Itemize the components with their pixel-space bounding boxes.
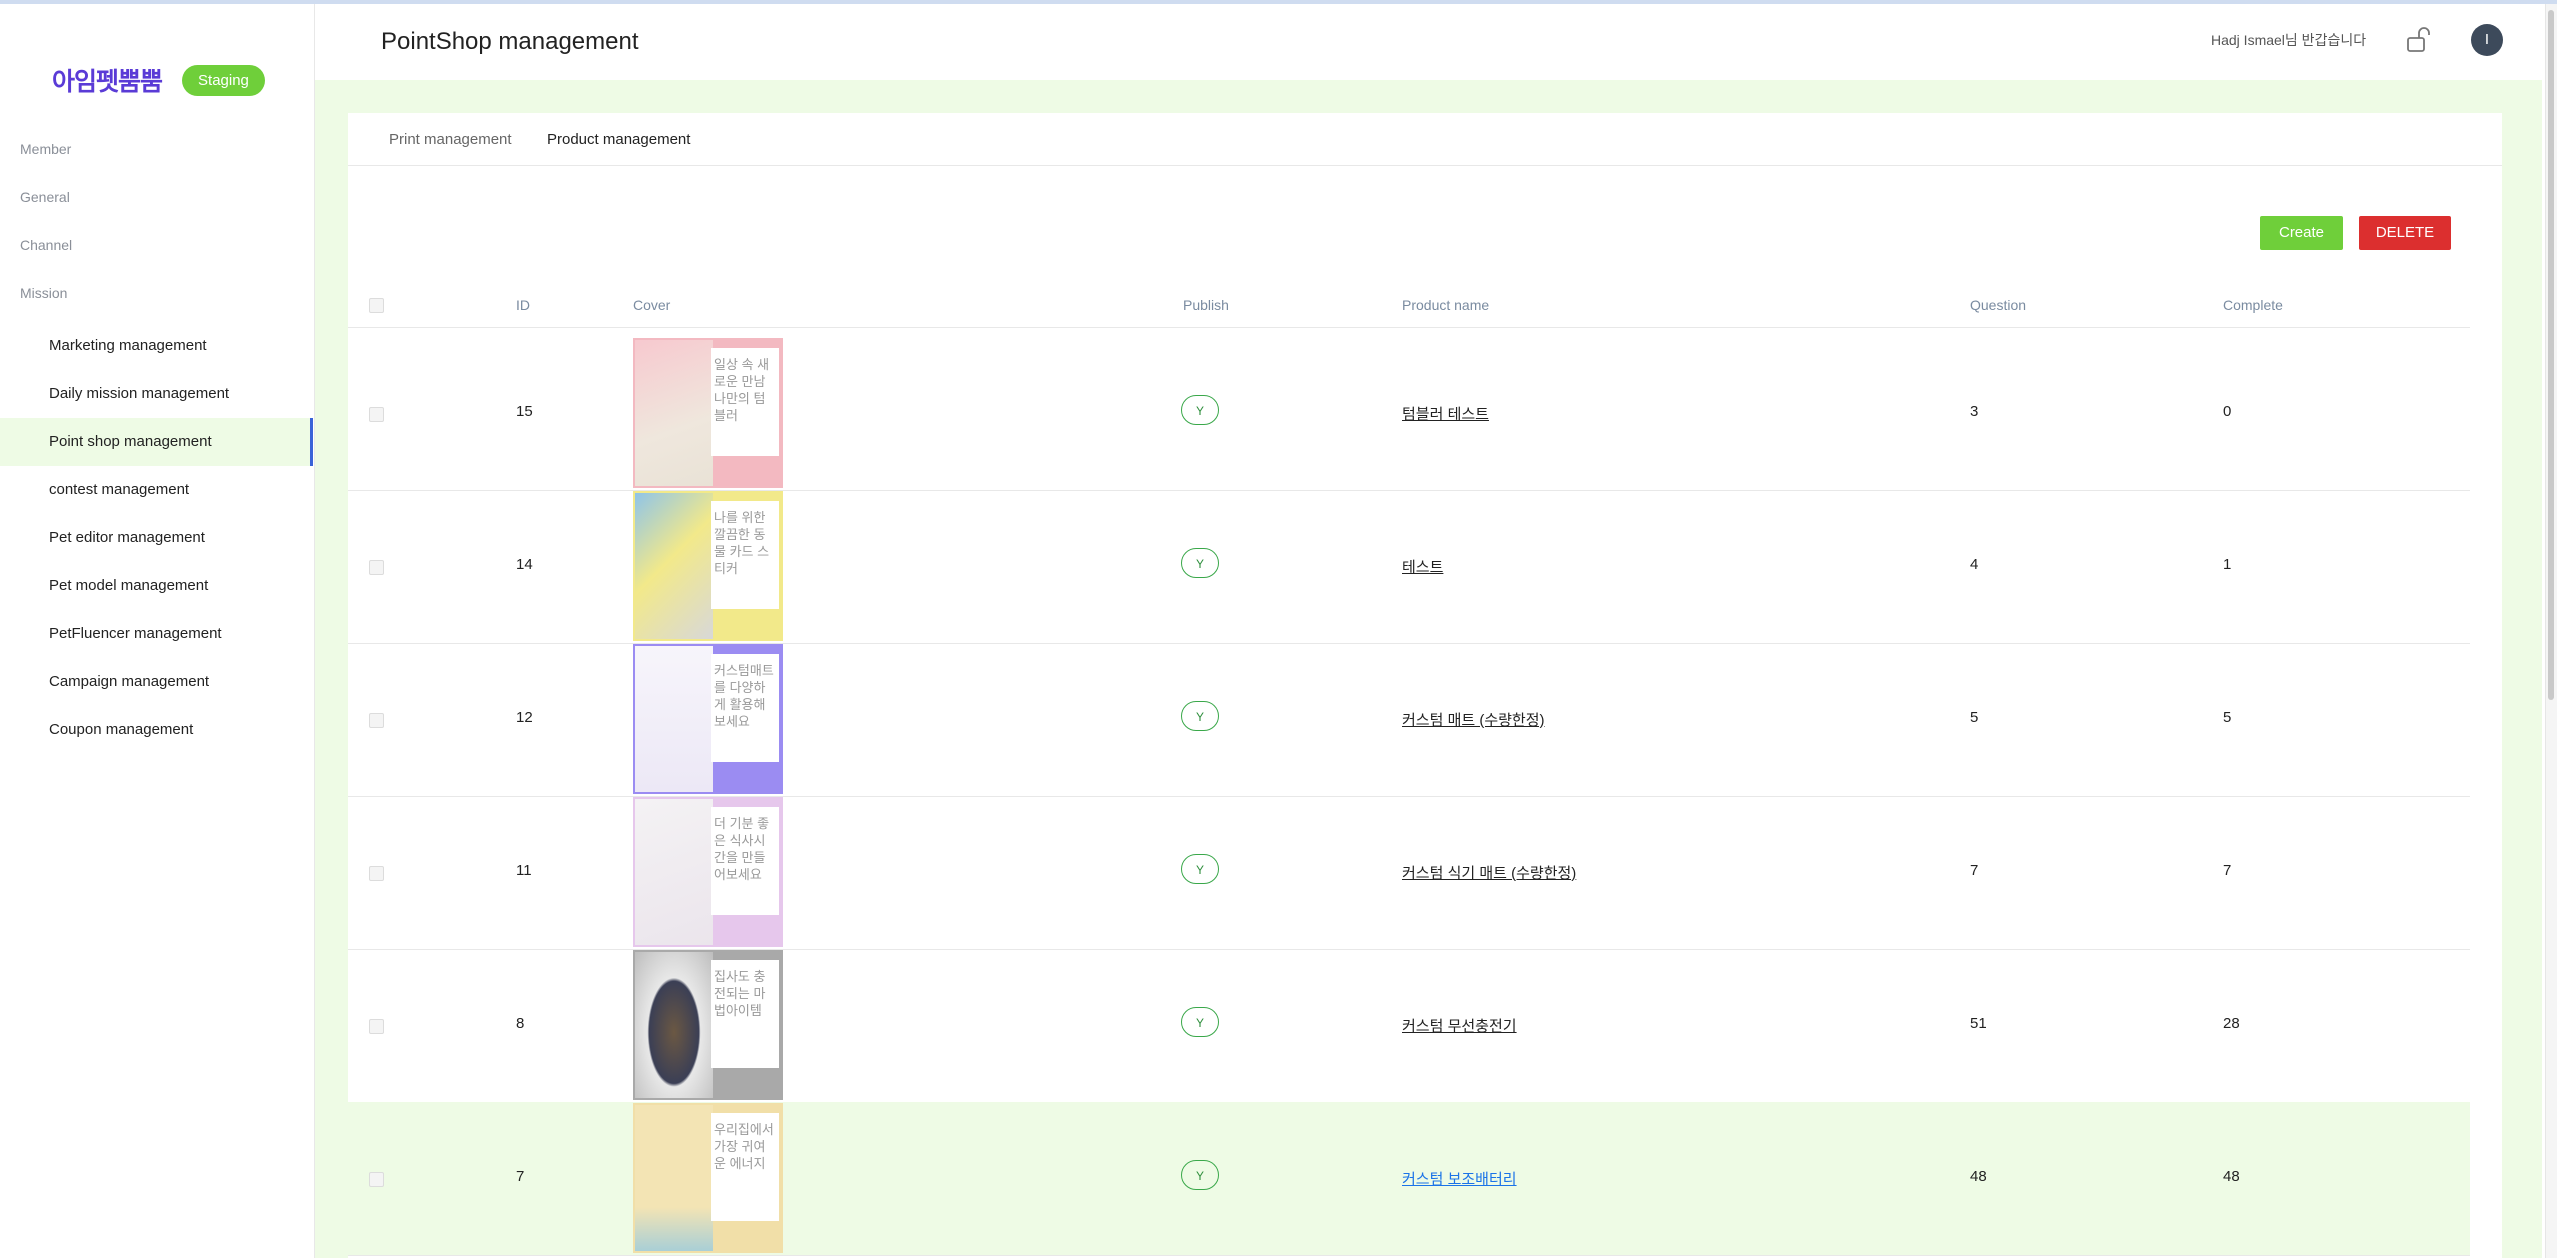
publish-badge: Y xyxy=(1181,854,1219,884)
column-header-id[interactable]: ID xyxy=(516,297,530,313)
sidebar-item-contest[interactable]: contest management xyxy=(0,466,313,514)
avatar[interactable]: I xyxy=(2471,24,2503,56)
product-name-link[interactable]: 커스텀 보조배터리 xyxy=(1402,1168,1517,1189)
sidebar-item-petfluencer[interactable]: PetFluencer management xyxy=(0,610,313,658)
publish-badge: Y xyxy=(1181,701,1219,731)
sidebar-item-point-shop[interactable]: Point shop management xyxy=(0,418,313,466)
sidebar-item-coupon[interactable]: Coupon management xyxy=(0,706,313,754)
publish-badge: Y xyxy=(1181,1007,1219,1037)
row-checkbox[interactable] xyxy=(369,560,384,575)
product-name-link[interactable]: 커스텀 매트 (수량한정) xyxy=(1402,709,1545,730)
question-count: 51 xyxy=(1970,1015,1987,1032)
sidebar-group-channel[interactable]: Channel xyxy=(20,237,72,253)
sidebar-item-pet-model[interactable]: Pet model management xyxy=(0,562,313,610)
publish-badge: Y xyxy=(1181,395,1219,425)
tab-product-management[interactable]: Product management xyxy=(547,131,690,148)
cover-image: 커스텀매트를 다양하게 활용해보세요 xyxy=(633,644,783,794)
table-row[interactable]: 8 집사도 충전되는 마법아이템 Y 커스텀 무선충전기 51 28 xyxy=(348,949,2470,1103)
question-count: 48 xyxy=(1970,1168,1987,1185)
table-row[interactable]: 15 일상 속 새로운 만남 나만의 텀블러 Y 텀블러 테스트 3 0 xyxy=(348,337,2470,491)
cover-image: 우리집에서 가장 귀여운 에너지 xyxy=(633,1103,783,1253)
row-checkbox[interactable] xyxy=(369,407,384,422)
delete-button[interactable]: DELETE xyxy=(2359,216,2451,250)
column-header-cover: Cover xyxy=(633,297,671,313)
complete-count: 1 xyxy=(2223,556,2232,573)
environment-badge: Staging xyxy=(182,64,265,96)
user-greeting: Hadj Ismael님 반갑습니다 xyxy=(2211,32,2367,48)
row-checkbox[interactable] xyxy=(369,866,384,881)
column-header-complete: Complete xyxy=(2223,297,2283,313)
product-name-link[interactable]: 커스텀 식기 매트 (수량한정) xyxy=(1402,862,1576,883)
complete-count: 0 xyxy=(2223,403,2232,420)
cover-caption: 나를 위한 깔끔한 동물 카드 스티커 xyxy=(711,501,779,609)
content-card: Print management Product management Crea… xyxy=(348,113,2502,1258)
cover-caption: 커스텀매트를 다양하게 활용해보세요 xyxy=(711,654,779,762)
cover-photo xyxy=(635,646,713,792)
product-name-link[interactable]: 테스트 xyxy=(1402,556,1443,577)
question-count: 4 xyxy=(1970,556,1979,573)
cover-photo xyxy=(635,799,713,945)
cover-caption: 집사도 충전되는 마법아이템 xyxy=(711,960,779,1068)
sidebar-group-mission[interactable]: Mission xyxy=(20,285,67,301)
sidebar-item-marketing[interactable]: Marketing management xyxy=(0,322,313,370)
cover-photo xyxy=(635,340,713,486)
row-id: 12 xyxy=(516,709,533,726)
sidebar: 아임펫뿜뿜 Staging Member General Channel Mis… xyxy=(0,4,315,1258)
column-header-product-name: Product name xyxy=(1402,297,1490,313)
table-row[interactable]: 7 우리집에서 가장 귀여운 에너지 Y 커스텀 보조배터리 48 48 xyxy=(348,1102,2470,1256)
publish-badge: Y xyxy=(1181,548,1219,578)
sidebar-group-general[interactable]: General xyxy=(20,189,70,205)
cover-image: 집사도 충전되는 마법아이템 xyxy=(633,950,783,1100)
publish-badge: Y xyxy=(1181,1160,1219,1190)
table-header: ID Cover Publish Product name Question C… xyxy=(348,283,2470,328)
cover-photo xyxy=(635,952,713,1098)
column-header-publish: Publish xyxy=(1183,297,1229,313)
sidebar-item-campaign[interactable]: Campaign management xyxy=(0,658,313,706)
page-title: PointShop management xyxy=(381,28,639,55)
create-button[interactable]: Create xyxy=(2260,216,2343,250)
select-all-checkbox[interactable] xyxy=(369,298,384,313)
row-checkbox[interactable] xyxy=(369,1172,384,1187)
complete-count: 28 xyxy=(2223,1015,2240,1032)
question-count: 5 xyxy=(1970,709,1979,726)
table-row[interactable]: 12 커스텀매트를 다양하게 활용해보세요 Y 커스텀 매트 (수량한정) 5 … xyxy=(348,643,2470,797)
top-header: PointShop management Hadj Ismael님 반갑습니다 … xyxy=(315,4,2542,80)
row-id: 11 xyxy=(516,862,532,879)
complete-count: 5 xyxy=(2223,709,2232,726)
sidebar-item-daily-mission[interactable]: Daily mission management xyxy=(0,370,313,418)
product-name-link[interactable]: 텀블러 테스트 xyxy=(1402,403,1489,424)
cover-caption: 더 기분 좋은 식사시간을 만들어보세요 xyxy=(711,807,779,915)
logo[interactable]: 아임펫뿜뿜 xyxy=(52,62,163,98)
unlock-icon[interactable] xyxy=(2405,26,2431,54)
row-checkbox[interactable] xyxy=(369,1019,384,1034)
cover-image: 나를 위한 깔끔한 동물 카드 스티커 xyxy=(633,491,783,641)
complete-count: 48 xyxy=(2223,1168,2240,1185)
cover-caption: 일상 속 새로운 만남 나만의 텀블러 xyxy=(711,348,779,456)
sidebar-item-pet-editor[interactable]: Pet editor management xyxy=(0,514,313,562)
cover-photo xyxy=(635,1105,713,1251)
row-id: 7 xyxy=(516,1168,525,1185)
cover-image: 일상 속 새로운 만남 나만의 텀블러 xyxy=(633,338,783,488)
sidebar-group-member[interactable]: Member xyxy=(20,141,71,157)
row-id: 8 xyxy=(516,1015,525,1032)
tab-print-management[interactable]: Print management xyxy=(389,131,512,148)
table-row[interactable]: 14 나를 위한 깔끔한 동물 카드 스티커 Y 테스트 4 1 xyxy=(348,490,2470,644)
row-id: 14 xyxy=(516,556,533,573)
tab-bar: Print management Product management xyxy=(348,113,2502,166)
question-count: 7 xyxy=(1970,862,1979,879)
cover-photo xyxy=(635,493,713,639)
scrollbar-thumb[interactable] xyxy=(2548,10,2554,700)
row-checkbox[interactable] xyxy=(369,713,384,728)
brand: 아임펫뿜뿜 Staging xyxy=(52,62,265,98)
row-id: 15 xyxy=(516,403,533,420)
column-header-question: Question xyxy=(1970,297,2027,313)
cover-caption: 우리집에서 가장 귀여운 에너지 xyxy=(711,1113,779,1221)
complete-count: 7 xyxy=(2223,862,2232,879)
question-count: 3 xyxy=(1970,403,1979,420)
cover-image: 더 기분 좋은 식사시간을 만들어보세요 xyxy=(633,797,783,947)
table-row[interactable]: 11 더 기분 좋은 식사시간을 만들어보세요 Y 커스텀 식기 매트 (수량한… xyxy=(348,796,2470,950)
product-name-link[interactable]: 커스텀 무선충전기 xyxy=(1402,1015,1517,1036)
